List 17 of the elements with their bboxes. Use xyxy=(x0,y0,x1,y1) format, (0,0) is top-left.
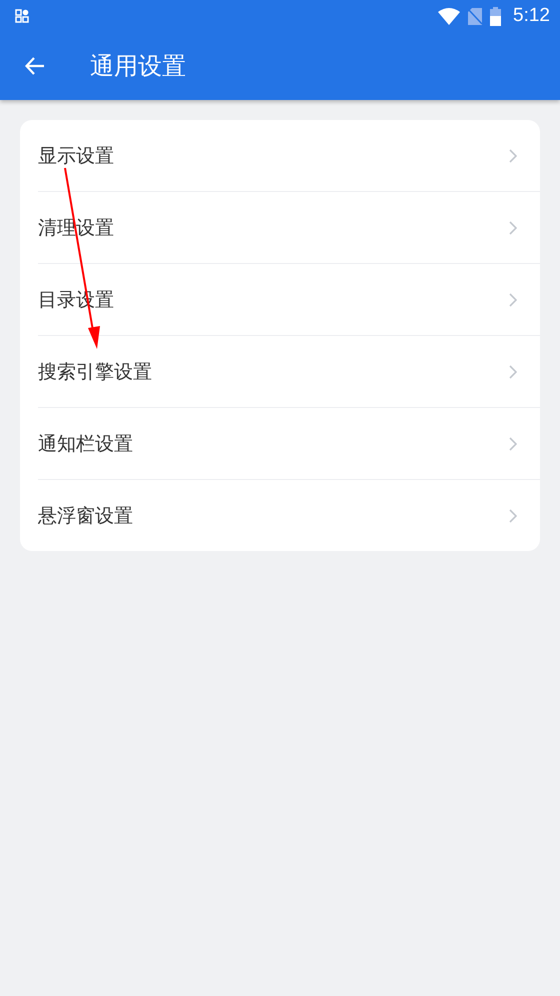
settings-item[interactable]: 悬浮窗设置 xyxy=(38,480,540,551)
status-time: 5:12 xyxy=(513,5,550,27)
chevron-icon xyxy=(509,508,517,522)
chevron-icon xyxy=(509,220,517,234)
settings-item[interactable]: 搜索引擎设置 xyxy=(38,336,540,408)
chevron-icon xyxy=(509,292,517,306)
back-arrow-icon xyxy=(25,57,45,75)
chevron-icon xyxy=(509,436,517,450)
settings-item[interactable]: 显示设置 xyxy=(38,120,540,192)
battery-icon xyxy=(490,6,502,26)
chevron-icon xyxy=(509,364,517,378)
page-title: 通用设置 xyxy=(90,51,186,82)
settings-item[interactable]: 通知栏设置 xyxy=(38,408,540,480)
chevron-icon xyxy=(509,148,517,162)
apps-icon xyxy=(15,9,29,23)
wifi-icon xyxy=(438,8,460,24)
no-sim-icon xyxy=(468,8,482,24)
